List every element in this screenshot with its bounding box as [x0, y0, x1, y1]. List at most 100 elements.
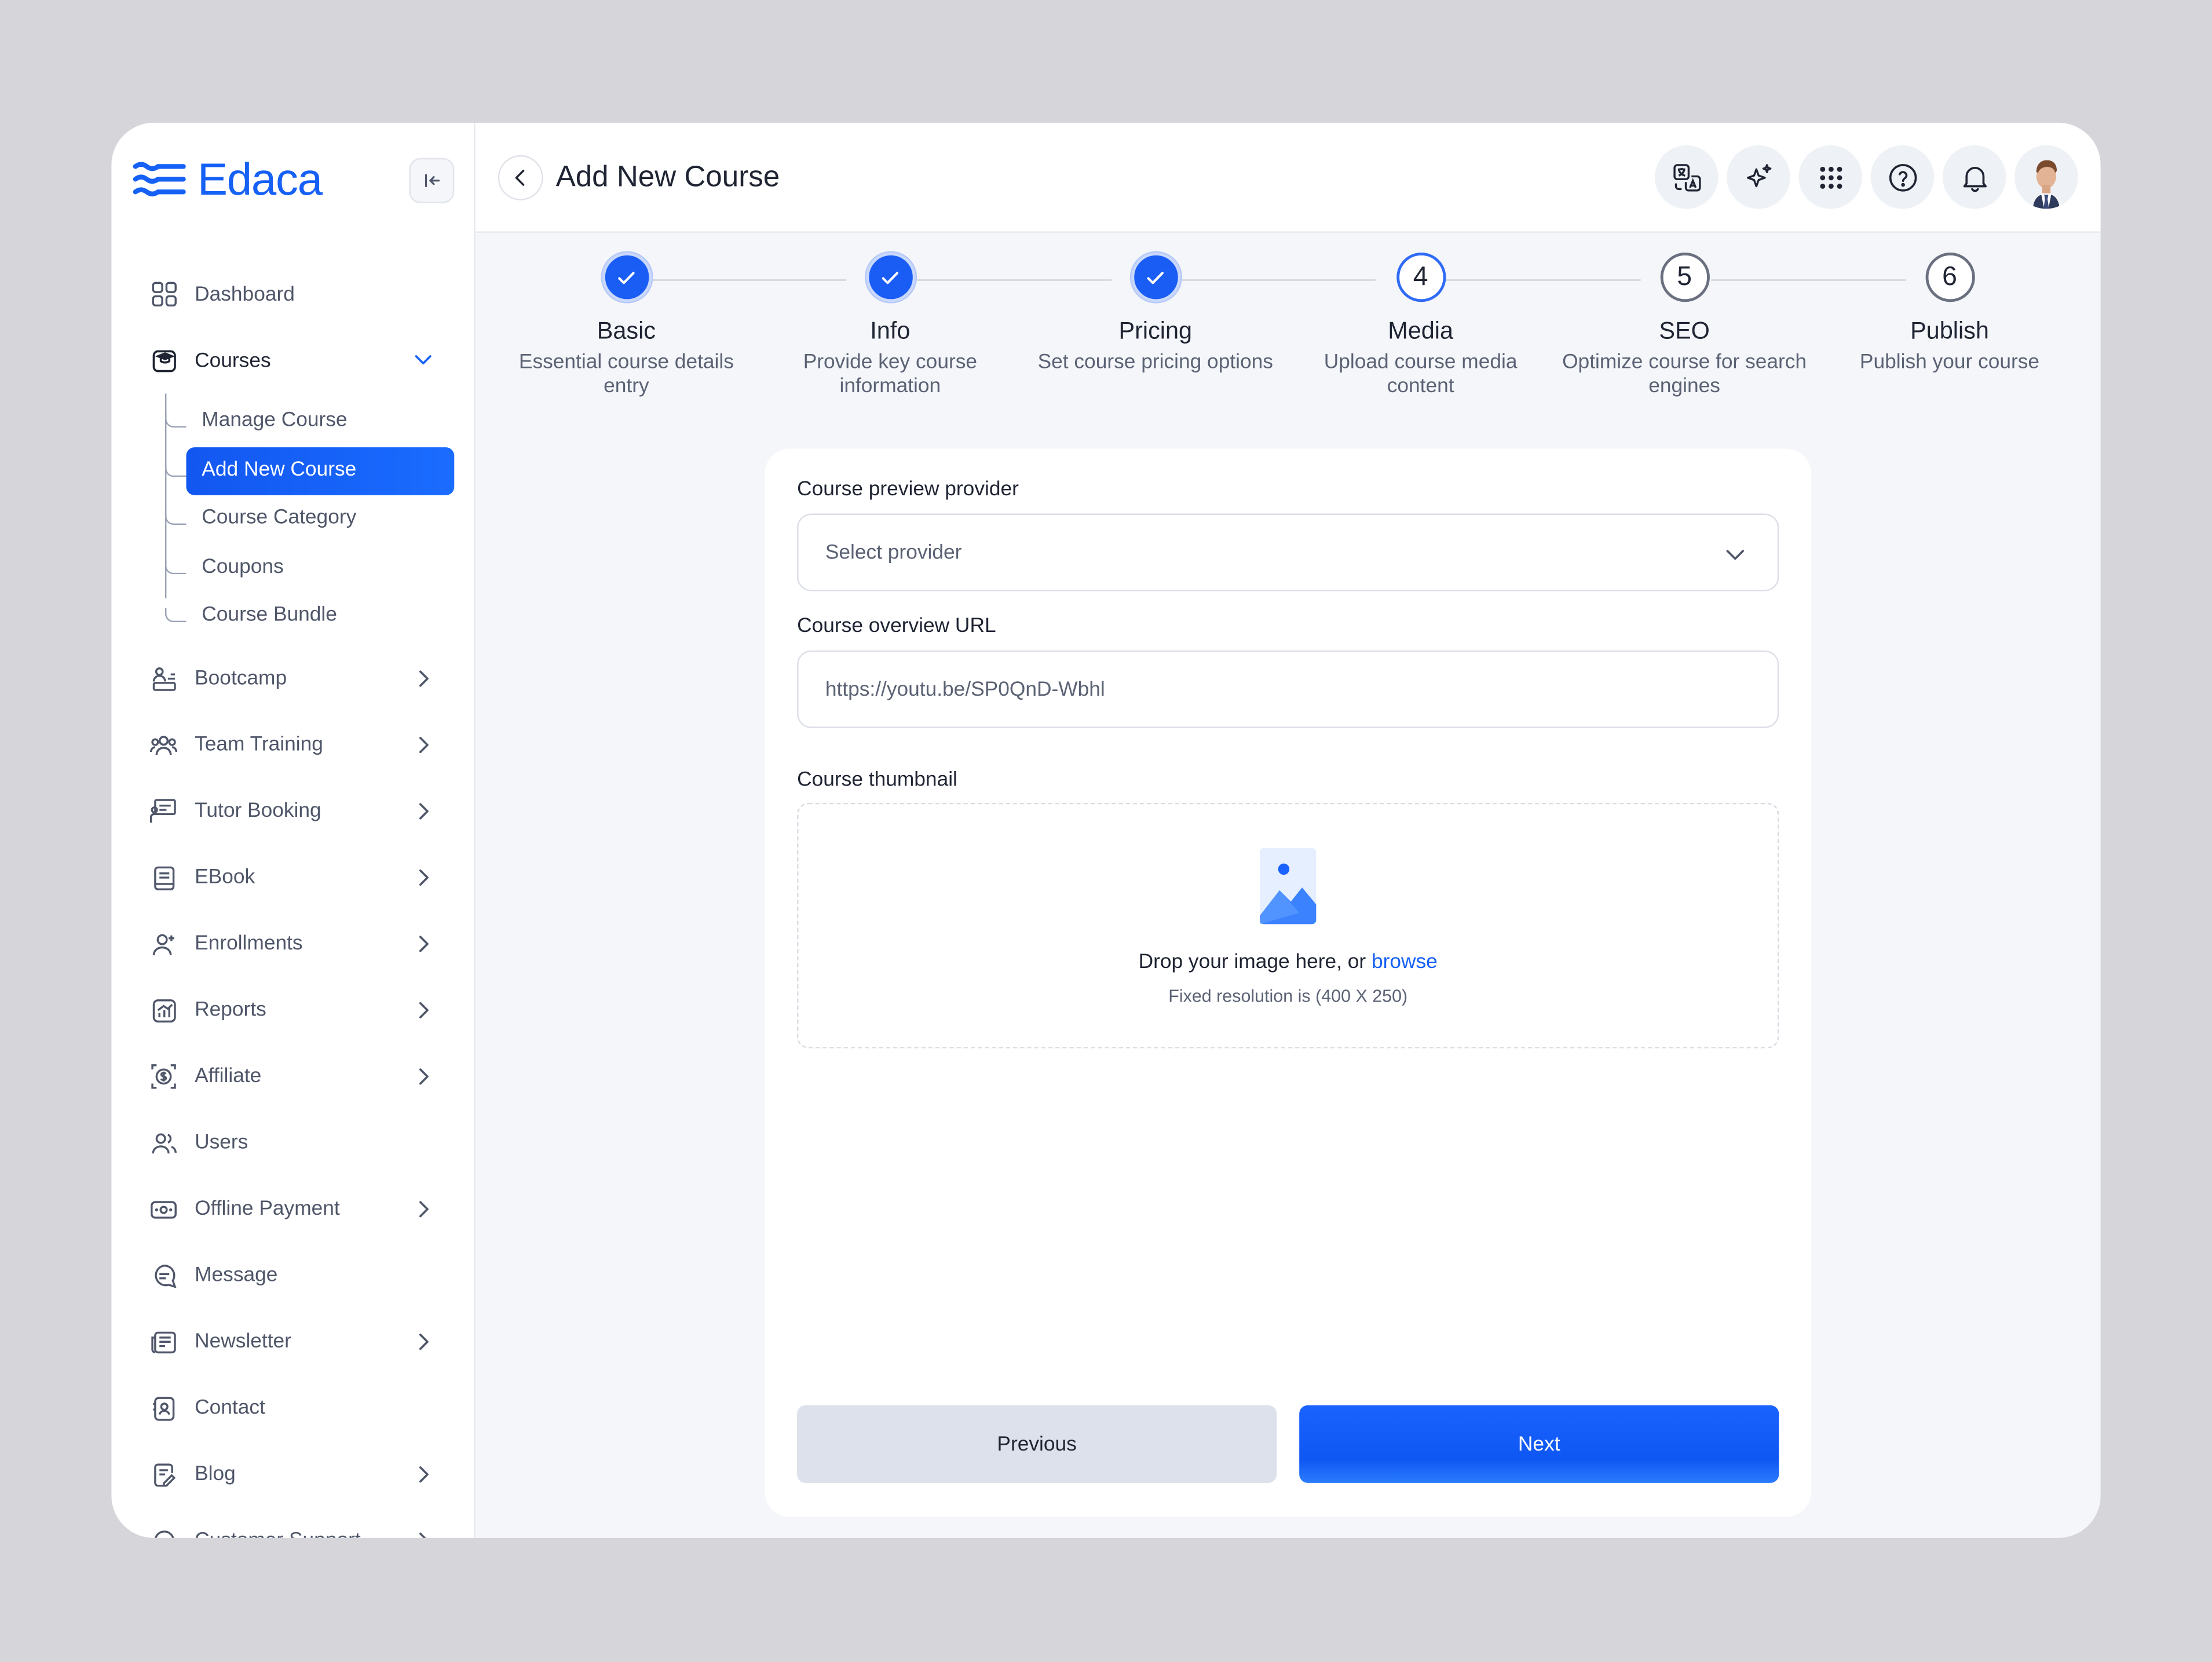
overview-url-input[interactable]: https://youtu.be/SP0QnD-Wbhl: [797, 650, 1779, 728]
step-seo[interactable]: 5 SEO Optimize course for search engines: [1552, 252, 1817, 399]
logo-waves-icon: [133, 162, 186, 197]
step-description: Upload course media content: [1323, 351, 1518, 398]
step-info[interactable]: Info Provide key course information: [758, 252, 1023, 399]
overview-url-value: https://youtu.be/SP0QnD-Wbhl: [825, 678, 1105, 701]
chevron-right-icon: [419, 1068, 429, 1084]
sidebar-item-label: Reports: [195, 999, 266, 1022]
logo[interactable]: Edaca: [133, 153, 323, 204]
cash-icon: [149, 1195, 178, 1223]
sidebar-item-blog[interactable]: Blog: [111, 1441, 475, 1507]
sidebar-item-label: Blog: [195, 1463, 236, 1486]
provider-label: Course preview provider: [797, 478, 1019, 501]
chevron-down-icon: [415, 355, 432, 364]
page-title: Add New Course: [555, 160, 780, 193]
sidebar-item-label: Newsletter: [195, 1330, 291, 1353]
submenu-item-manage-course[interactable]: Manage Course: [164, 396, 476, 445]
chevron-right-icon: [419, 670, 429, 686]
back-button[interactable]: [498, 155, 543, 200]
chevron-right-icon: [419, 1200, 429, 1217]
app-window: Edaca Dashboard Courses Manage Course Ad…: [111, 122, 2101, 1538]
sidebar-item-offline-payment[interactable]: Offline Payment: [111, 1176, 475, 1242]
top-actions: [1654, 145, 2078, 209]
step-number: 5: [1659, 252, 1709, 302]
sidebar-item-label: Courses: [195, 349, 271, 372]
step-title: Publish: [1910, 317, 1989, 345]
bell-icon: [1962, 166, 1986, 192]
sidebar-item-contact[interactable]: Contact: [111, 1375, 475, 1441]
sidebar-item-label: Enrollments: [195, 932, 303, 955]
ai-assistant-button[interactable]: [1727, 145, 1790, 209]
sidebar-item-ebook[interactable]: EBook: [111, 845, 475, 911]
step-title: SEO: [1659, 317, 1710, 345]
logo-text: Edaca: [197, 153, 323, 204]
collapse-sidebar-button[interactable]: [409, 158, 455, 203]
next-button[interactable]: Next: [1299, 1405, 1779, 1483]
sidebar-item-customer-support[interactable]: Customer Support: [111, 1507, 475, 1538]
step-complete-indicator: [1131, 252, 1180, 302]
check-icon: [882, 271, 899, 284]
sidebar-item-label: Message: [195, 1264, 278, 1287]
headset-icon: [149, 1526, 178, 1538]
submenu-item-course-bundle[interactable]: Course Bundle: [164, 591, 476, 640]
bootcamp-icon: [149, 664, 178, 693]
submenu-item-course-category[interactable]: Course Category: [164, 494, 476, 542]
submenu-item-coupons[interactable]: Coupons: [164, 542, 476, 591]
user-plus-icon: [149, 930, 178, 958]
chevron-right-icon: [419, 1333, 429, 1350]
browse-link[interactable]: browse: [1372, 951, 1438, 974]
sidebar-item-tutor-booking[interactable]: Tutor Booking: [111, 778, 475, 844]
team-icon: [149, 731, 178, 759]
step-publish[interactable]: 6 Publish Publish your course: [1817, 252, 2082, 375]
tutor-board-icon: [149, 797, 178, 825]
chevron-right-icon: [419, 935, 429, 952]
step-pricing[interactable]: Pricing Set course pricing options: [1023, 252, 1288, 375]
step-complete-indicator: [601, 252, 652, 302]
sidebar-item-affiliate[interactable]: Affiliate: [111, 1043, 475, 1109]
apps-grid-icon: [1819, 166, 1842, 188]
main-content: Add New Course Basic Essential course de…: [475, 122, 2101, 1538]
sidebar-item-reports[interactable]: Reports: [111, 977, 475, 1043]
check-icon: [618, 271, 635, 284]
chevron-left-icon: [515, 170, 525, 186]
thumbnail-label: Course thumbnail: [797, 769, 957, 792]
sidebar-item-label: Affiliate: [195, 1065, 262, 1088]
sidebar-item-label: Bootcamp: [195, 667, 287, 691]
sidebar-item-message[interactable]: Message: [111, 1243, 475, 1309]
help-icon: [1888, 163, 1917, 191]
sidebar-item-label: Team Training: [195, 733, 323, 757]
sidebar-item-bootcamp[interactable]: Bootcamp: [111, 645, 475, 711]
sidebar-item-label: Dashboard: [195, 283, 295, 306]
language-button[interactable]: [1654, 145, 1719, 209]
notifications-button[interactable]: [1942, 145, 2006, 209]
provider-select[interactable]: Select provider: [797, 513, 1779, 591]
sidebar-item-enrollments[interactable]: Enrollments: [111, 911, 475, 977]
graduation-cap-icon: [149, 346, 178, 375]
chevron-right-icon: [419, 1001, 429, 1018]
step-description: Publish your course: [1859, 351, 2040, 374]
previous-button[interactable]: Previous: [797, 1405, 1277, 1483]
chevron-down-icon: [1726, 550, 1745, 560]
sidebar-item-newsletter[interactable]: Newsletter: [111, 1309, 475, 1375]
users-icon: [149, 1128, 178, 1157]
report-chart-icon: [149, 996, 178, 1025]
step-basic[interactable]: Basic Essential course details entry: [493, 252, 759, 399]
collapse-left-icon: [425, 174, 440, 188]
top-bar: Add New Course: [475, 122, 2101, 233]
step-media[interactable]: 4 Media Upload course media content: [1288, 252, 1553, 399]
sidebar-item-team-training[interactable]: Team Training: [111, 712, 475, 778]
chevron-right-icon: [419, 868, 429, 885]
step-description: Optimize course for search engines: [1562, 351, 1807, 398]
step-title: Pricing: [1118, 317, 1193, 345]
sidebar-item-users[interactable]: Users: [111, 1110, 475, 1176]
help-button[interactable]: [1870, 145, 1935, 209]
overview-url-label: Course overview URL: [797, 615, 996, 638]
chevron-right-icon: [419, 802, 429, 819]
user-avatar[interactable]: [2014, 145, 2078, 209]
grid-icon: [149, 280, 178, 308]
sidebar-item-label: Customer Support: [195, 1529, 361, 1538]
sidebar-item-dashboard[interactable]: Dashboard: [111, 261, 475, 327]
submenu-item-add-new-course[interactable]: Add New Course: [164, 445, 476, 495]
sidebar-item-courses[interactable]: Courses: [111, 327, 475, 393]
apps-button[interactable]: [1798, 145, 1862, 209]
thumbnail-dropzone[interactable]: Drop your image here, or browse Fixed re…: [797, 802, 1779, 1049]
